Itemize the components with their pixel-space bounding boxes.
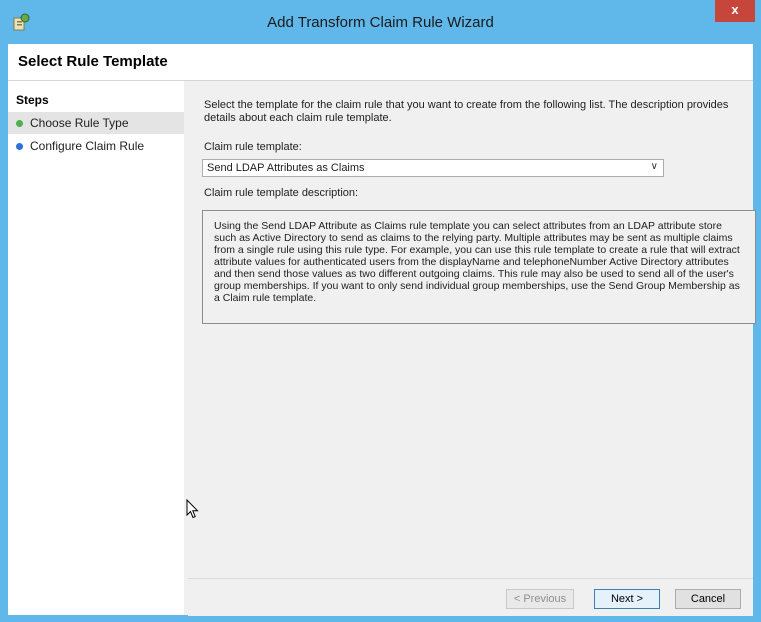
wizard-client-area: Select Rule Template Steps Choose Rule T… <box>8 44 756 616</box>
description-text: Using the Send LDAP Attribute as Claims … <box>214 220 740 304</box>
step-configure-claim-rule[interactable]: Configure Claim Rule <box>8 135 184 157</box>
step-label: Configure Claim Rule <box>30 139 145 153</box>
steps-panel: Steps Choose Rule Type Configure Claim R… <box>8 81 184 615</box>
template-label: Claim rule template: <box>204 141 302 153</box>
chevron-down-icon[interactable]: ∨ <box>651 161 658 172</box>
button-bar: < Previous Next > Cancel <box>188 578 753 616</box>
title-bar[interactable]: Add Transform Claim Rule Wizard x <box>0 0 761 44</box>
step-complete-icon <box>16 120 23 127</box>
mouse-cursor-icon <box>186 499 199 519</box>
intro-text: Select the template for the claim rule t… <box>204 99 729 124</box>
template-select-value: Send LDAP Attributes as Claims <box>207 162 365 174</box>
template-select[interactable]: Send LDAP Attributes as Claims ∨ <box>202 159 664 177</box>
wizard-window: Add Transform Claim Rule Wizard x Select… <box>0 0 761 622</box>
step-current-icon <box>16 143 23 150</box>
description-label: Claim rule template description: <box>204 187 359 199</box>
next-button[interactable]: Next > <box>594 589 660 609</box>
page-title: Select Rule Template <box>18 53 168 70</box>
step-choose-rule-type[interactable]: Choose Rule Type <box>8 112 184 134</box>
close-button[interactable]: x <box>715 0 755 22</box>
window-title: Add Transform Claim Rule Wizard <box>267 14 494 31</box>
main-panel: Select the template for the claim rule t… <box>188 81 756 616</box>
steps-title: Steps <box>16 93 49 107</box>
cancel-button[interactable]: Cancel <box>675 589 741 609</box>
page-header: Select Rule Template <box>8 44 753 81</box>
previous-button[interactable]: < Previous <box>506 589 574 609</box>
description-box: Using the Send LDAP Attribute as Claims … <box>202 210 756 324</box>
step-label: Choose Rule Type <box>30 116 129 130</box>
